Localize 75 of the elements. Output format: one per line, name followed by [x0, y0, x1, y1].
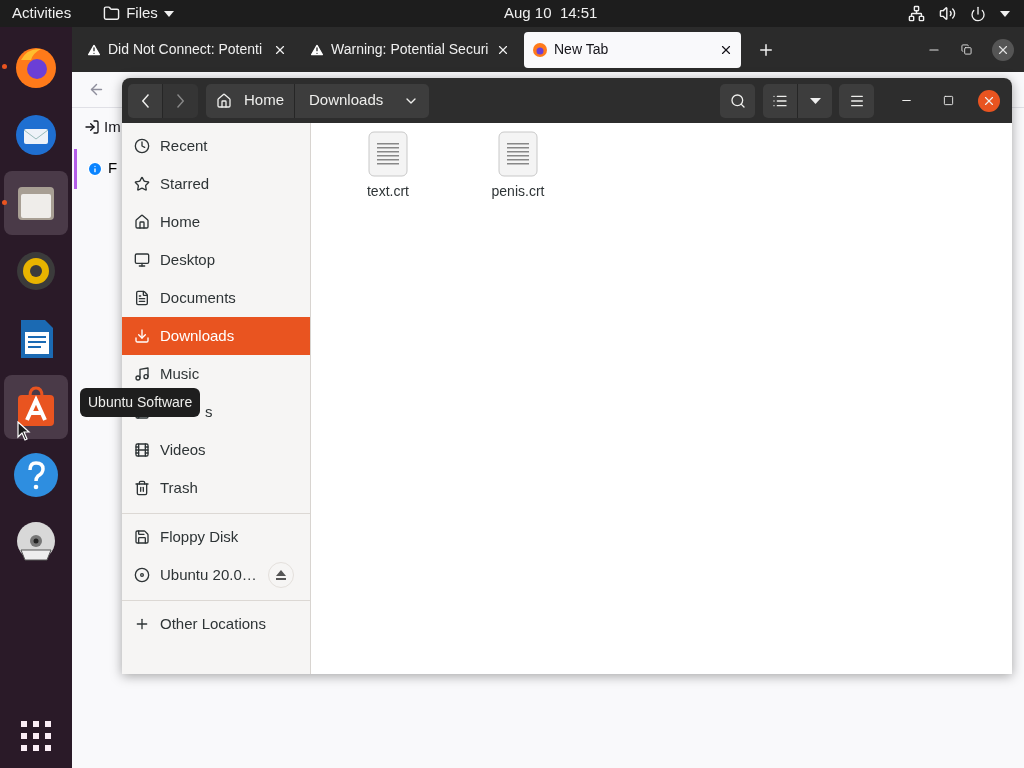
- warning-icon: [86, 41, 102, 58]
- sidebar-item[interactable]: Floppy Disk: [122, 518, 310, 556]
- restore-icon[interactable]: [961, 44, 972, 55]
- path-button[interactable]: Downloads: [294, 83, 430, 118]
- path-button[interactable]: Home: [206, 83, 294, 118]
- sidebar-item[interactable]: Starred: [122, 165, 310, 203]
- folder-icon: [103, 5, 121, 22]
- tab-title: New Tab: [554, 40, 610, 59]
- close-button[interactable]: [992, 38, 1014, 61]
- sidebar-item[interactable]: Videos: [122, 431, 310, 469]
- back-icon[interactable]: [88, 81, 105, 98]
- search-button[interactable]: [720, 83, 755, 118]
- music-icon: [134, 366, 150, 382]
- text-file-icon: [368, 131, 408, 177]
- browser-tab[interactable]: Warning: Potential Securi: [301, 31, 518, 68]
- browser-tab[interactable]: New Tab: [524, 31, 741, 68]
- firefox-icon: [532, 41, 548, 58]
- caret-icon[interactable]: [1000, 10, 1010, 17]
- sidebar-item[interactable]: Trash: [122, 469, 310, 507]
- volume-icon[interactable]: [939, 5, 956, 22]
- file-item[interactable]: penis.crt: [471, 131, 565, 202]
- tab-title: Warning: Potential Securi: [331, 40, 490, 59]
- network-icon[interactable]: [908, 5, 925, 22]
- help-icon: [13, 452, 59, 498]
- power-icon[interactable]: [970, 5, 986, 22]
- tab-title: Did Not Connect: Potenti: [108, 40, 264, 59]
- trash-icon: [134, 480, 150, 496]
- dock-item[interactable]: [4, 375, 68, 439]
- app-menu[interactable]: Files: [103, 2, 174, 25]
- app-grid-icon[interactable]: [20, 720, 52, 752]
- plus-icon: [134, 616, 150, 632]
- sidebar-item[interactable]: Documents: [122, 279, 310, 317]
- import-icon: [84, 119, 100, 136]
- home-icon: [134, 214, 150, 230]
- home-icon: [216, 92, 232, 109]
- bookmark-label[interactable]: Im: [104, 116, 121, 139]
- sidebar-item[interactable]: Ubuntu 20.0…: [122, 556, 310, 594]
- notice-text: F: [108, 158, 118, 179]
- tooltip: Ubuntu Software: [80, 388, 201, 417]
- disc-icon: [134, 567, 150, 583]
- forward-icon: [177, 93, 184, 108]
- sidebar-item[interactable]: Home: [122, 203, 310, 241]
- clock[interactable]: Aug 10 14:51: [504, 2, 598, 25]
- documents-icon: [134, 290, 150, 306]
- file-item[interactable]: text.crt: [341, 131, 435, 202]
- floppy-icon: [134, 529, 150, 545]
- view-button[interactable]: [763, 83, 798, 118]
- app-menu-label: Files: [126, 3, 158, 24]
- browser-tab[interactable]: Did Not Connect: Potenti: [78, 31, 295, 68]
- star-icon: [134, 176, 150, 192]
- maximize-icon[interactable]: [943, 95, 954, 106]
- info-icon: [87, 160, 103, 177]
- back-button[interactable]: [128, 83, 163, 118]
- search-icon: [729, 92, 746, 109]
- text-file-icon: [498, 131, 538, 177]
- sidebar-item[interactable]: Downloads: [122, 317, 310, 355]
- videos-icon: [134, 442, 150, 458]
- caret-icon: [809, 97, 821, 104]
- sidebar-item[interactable]: Other Locations: [122, 605, 310, 643]
- activities-button[interactable]: Activities: [12, 2, 72, 25]
- sidebar-item[interactable]: Recent: [122, 127, 310, 165]
- downloads-icon: [134, 328, 150, 344]
- menu-button[interactable]: [839, 83, 874, 118]
- view-options-button[interactable]: [798, 83, 832, 118]
- close-button[interactable]: [978, 89, 1000, 112]
- desktop-icon: [134, 252, 150, 268]
- mouse-pointer-icon: [17, 421, 31, 441]
- back-icon: [141, 93, 149, 108]
- recent-icon: [134, 138, 150, 154]
- caret-icon: [163, 10, 174, 17]
- mail-icon: [13, 112, 59, 158]
- warning-icon: [309, 41, 325, 58]
- eject-icon: [276, 570, 286, 580]
- dock-item[interactable]: [4, 171, 68, 235]
- sidebar-item[interactable]: Desktop: [122, 241, 310, 279]
